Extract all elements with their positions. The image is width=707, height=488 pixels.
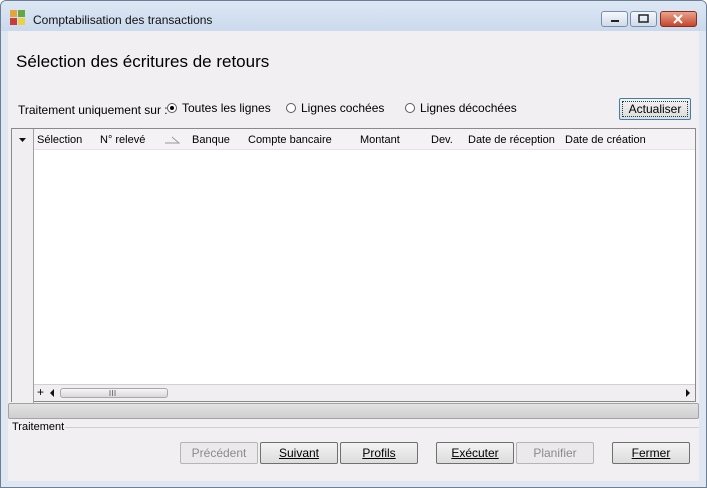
grid-header: Sélection N° relevé Banque Compte bancai… bbox=[34, 129, 695, 150]
close-button[interactable]: Fermer bbox=[612, 442, 690, 464]
sort-indicator-icon bbox=[165, 136, 180, 144]
add-row-icon[interactable]: + bbox=[37, 385, 44, 399]
column-header-amount[interactable]: Montant bbox=[360, 134, 400, 146]
restore-icon bbox=[638, 14, 649, 23]
app-window: Comptabilisation des transactions Sélect… bbox=[0, 0, 707, 488]
window-title: Comptabilisation des transactions bbox=[33, 13, 213, 27]
radio-all-lines[interactable]: Toutes les lignes bbox=[167, 101, 271, 115]
dialog-content: Sélection des écritures de retours Trait… bbox=[8, 31, 699, 481]
close-window-button[interactable] bbox=[660, 11, 697, 27]
scrollbar-thumb[interactable] bbox=[60, 388, 168, 398]
group-divider bbox=[65, 427, 699, 428]
progress-bar bbox=[8, 403, 699, 419]
horizontal-scrollbar[interactable]: + bbox=[34, 384, 695, 401]
radio-label: Lignes cochées bbox=[301, 101, 385, 115]
column-header-bank[interactable]: Banque bbox=[192, 134, 230, 146]
scroll-right-icon[interactable] bbox=[684, 388, 692, 398]
maximize-button[interactable] bbox=[630, 11, 657, 27]
refresh-button[interactable]: Actualiser bbox=[619, 98, 691, 120]
transactions-grid[interactable]: Sélection N° relevé Banque Compte bancai… bbox=[11, 128, 696, 403]
title-bar[interactable]: Comptabilisation des transactions bbox=[1, 1, 706, 31]
execute-button[interactable]: Exécuter bbox=[436, 442, 514, 464]
grip-icon bbox=[109, 390, 116, 396]
column-header-creation-date[interactable]: Date de création bbox=[565, 134, 646, 146]
column-header-bank-account[interactable]: Compte bancaire bbox=[248, 134, 332, 146]
radio-checked-icon bbox=[167, 103, 177, 113]
previous-button[interactable]: Précédent bbox=[180, 442, 258, 464]
schedule-button[interactable]: Planifier bbox=[516, 442, 594, 464]
app-logo-icon bbox=[10, 10, 26, 26]
minimize-button[interactable] bbox=[601, 11, 628, 27]
minimize-icon bbox=[611, 20, 619, 22]
next-label: Suivant bbox=[278, 446, 320, 460]
radio-label: Lignes décochées bbox=[420, 101, 517, 115]
radio-label: Toutes les lignes bbox=[182, 101, 271, 115]
column-header-currency[interactable]: Dev. bbox=[431, 134, 453, 146]
processing-group-label: Traitement bbox=[12, 421, 65, 433]
radio-unchecked-icon bbox=[286, 103, 296, 113]
row-selector-column bbox=[12, 129, 34, 403]
execute-label: Exécuter bbox=[451, 446, 499, 460]
radio-unchecked-icon bbox=[405, 103, 415, 113]
column-chooser-icon[interactable] bbox=[12, 129, 34, 149]
scroll-left-icon[interactable] bbox=[48, 388, 56, 398]
next-button[interactable]: Suivant bbox=[260, 442, 338, 464]
radio-unchecked-lines[interactable]: Lignes décochées bbox=[405, 101, 517, 115]
radio-checked-lines[interactable]: Lignes cochées bbox=[286, 101, 384, 115]
page-title: Sélection des écritures de retours bbox=[16, 52, 270, 71]
column-header-statement-number[interactable]: N° relevé bbox=[100, 134, 145, 146]
close-label: Fermer bbox=[631, 446, 671, 460]
column-header-reception-date[interactable]: Date de réception bbox=[468, 134, 555, 146]
close-icon bbox=[673, 14, 683, 24]
profiles-label: Profils bbox=[362, 446, 396, 460]
profiles-button[interactable]: Profils bbox=[340, 442, 418, 464]
filter-label: Traitement uniquement sur : bbox=[18, 103, 168, 117]
column-header-selection[interactable]: Sélection bbox=[37, 134, 82, 146]
